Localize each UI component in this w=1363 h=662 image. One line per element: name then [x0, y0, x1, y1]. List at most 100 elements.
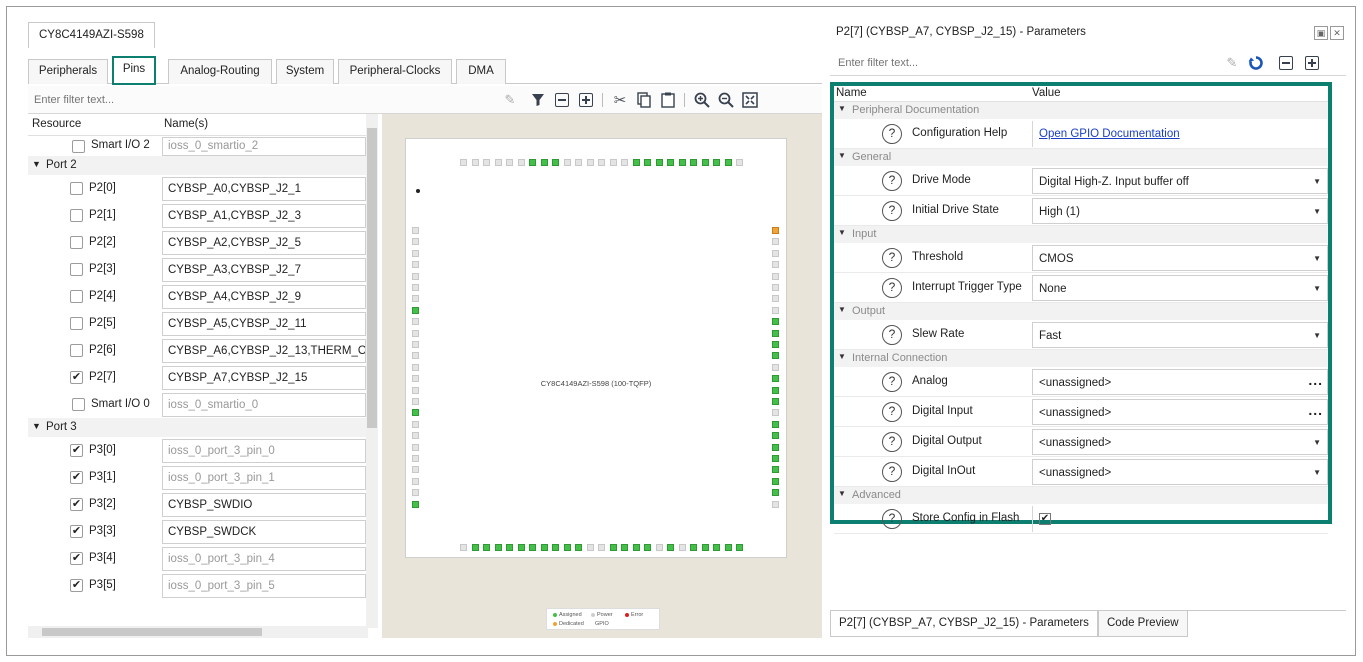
- enable-checkbox[interactable]: [72, 140, 85, 153]
- resource-name-field[interactable]: CYBSP_A6,CYBSP_J2_13,THERM_OUT: [162, 339, 366, 363]
- enable-checkbox[interactable]: [70, 317, 83, 330]
- chip-pin-bottom[interactable]: [471, 544, 479, 551]
- chip-pin-top[interactable]: [529, 159, 536, 166]
- chip-pin-top[interactable]: [655, 159, 663, 166]
- device-tab[interactable]: CY8C4149AZI-S598: [28, 22, 155, 48]
- column-resource[interactable]: Resource: [32, 118, 81, 130]
- parameter-dropdown[interactable]: <unassigned> ▼: [1032, 429, 1328, 455]
- chip-pin-left[interactable]: [412, 238, 419, 246]
- resource-row[interactable]: ✔ P2[7] CYBSP_A7,CYBSP_J2_15: [28, 364, 378, 391]
- expand-all-icon[interactable]: [1302, 53, 1322, 73]
- chip-pin-left[interactable]: [412, 489, 419, 497]
- resource-name-field[interactable]: CYBSP_SWDCK: [162, 520, 366, 544]
- enable-checkbox[interactable]: [72, 398, 85, 411]
- close-icon[interactable]: ✕: [1330, 26, 1344, 40]
- chip-pin-right[interactable]: [772, 295, 779, 303]
- resource-row[interactable]: P2[5] CYBSP_A5,CYBSP_J2_11: [28, 310, 378, 337]
- chip-pin-left[interactable]: [412, 500, 419, 508]
- resource-name-field[interactable]: CYBSP_A7,CYBSP_J2_15: [162, 366, 366, 390]
- clear-filter-icon[interactable]: ✎: [1222, 53, 1242, 73]
- enable-checkbox[interactable]: ✔: [70, 498, 83, 511]
- parameter-dropdown[interactable]: <unassigned> ▼: [1032, 459, 1328, 485]
- resource-row[interactable]: P2[0] CYBSP_A0,CYBSP_J2_1: [28, 175, 378, 202]
- chip-pin-right[interactable]: [772, 341, 779, 348]
- enable-checkbox[interactable]: ✔: [70, 444, 83, 457]
- resource-vertical-scrollbar[interactable]: [366, 114, 378, 628]
- resource-name-field[interactable]: ioss_0_smartio_0: [162, 393, 366, 417]
- enable-checkbox[interactable]: ✔: [70, 471, 83, 484]
- chip-pin-bottom[interactable]: [460, 544, 467, 551]
- chip-pin-right[interactable]: [772, 329, 779, 337]
- chip-pin-top[interactable]: [678, 159, 686, 166]
- chip-pin-left[interactable]: [412, 352, 419, 360]
- paste-icon[interactable]: [658, 90, 678, 110]
- cut-icon[interactable]: ✂: [610, 90, 630, 110]
- chip-pin-top[interactable]: [609, 159, 617, 166]
- chip-pin-bottom[interactable]: [736, 544, 743, 551]
- tab-parameters[interactable]: P2[7] (CYBSP_A7, CYBSP_J2_15) - Paramete…: [830, 611, 1098, 637]
- chip-pin-left[interactable]: [412, 272, 419, 280]
- chip-pin-top[interactable]: [667, 159, 674, 166]
- help-icon[interactable]: ?: [882, 171, 902, 191]
- resource-row[interactable]: P2[1] CYBSP_A1,CYBSP_J2_3: [28, 202, 378, 229]
- restore-icon[interactable]: ▣: [1314, 26, 1328, 40]
- help-icon[interactable]: ?: [882, 278, 902, 298]
- chip-pin-top[interactable]: [621, 159, 628, 166]
- tab-peripherals[interactable]: Peripherals: [28, 59, 108, 84]
- chip-pin-right[interactable]: [772, 363, 779, 371]
- chevron-down-icon[interactable]: ▼: [1313, 169, 1321, 195]
- chip-pin-right[interactable]: [772, 261, 779, 269]
- help-icon[interactable]: ?: [882, 201, 902, 221]
- chip-pin-bottom[interactable]: [724, 544, 732, 551]
- column-value[interactable]: Value: [1032, 87, 1061, 99]
- chip-pin-right[interactable]: [772, 489, 779, 497]
- chip-pin-bottom[interactable]: [655, 544, 663, 551]
- chip-pin-left[interactable]: [412, 375, 419, 383]
- chip-pin-left[interactable]: [412, 398, 419, 405]
- chip-pin-right[interactable]: [772, 455, 779, 462]
- chip-pin-bottom[interactable]: [540, 544, 548, 551]
- parameter-group[interactable]: ▼ Output: [834, 303, 1328, 320]
- chip-pin-right[interactable]: [772, 227, 779, 234]
- chip-pin-bottom[interactable]: [713, 544, 720, 551]
- chip-pin-left[interactable]: [412, 420, 419, 428]
- chip-pin-top[interactable]: [483, 159, 490, 166]
- resource-row[interactable]: P2[2] CYBSP_A2,CYBSP_J2_5: [28, 229, 378, 256]
- chip-pin-top[interactable]: [517, 159, 525, 166]
- chip-pin-top[interactable]: [575, 159, 582, 166]
- chip-pin-bottom[interactable]: [529, 544, 536, 551]
- chip-pin-right[interactable]: [772, 398, 779, 405]
- chip-pin-right[interactable]: [772, 443, 779, 451]
- chip-pin-top[interactable]: [644, 159, 651, 166]
- chip-pin-right[interactable]: [772, 306, 779, 314]
- parameter-group[interactable]: ▼ General: [834, 149, 1328, 166]
- copy-icon[interactable]: [634, 90, 654, 110]
- resource-name-field[interactable]: CYBSP_A2,CYBSP_J2_5: [162, 231, 366, 255]
- collapse-all-icon[interactable]: [1276, 53, 1296, 73]
- clear-filter-icon[interactable]: ✎: [500, 90, 520, 110]
- resource-name-field[interactable]: CYBSP_A3,CYBSP_J2_7: [162, 258, 366, 282]
- parameter-dropdown[interactable]: Fast ▼: [1032, 322, 1328, 348]
- chip-pin-left[interactable]: [412, 318, 419, 326]
- expand-arrow-icon[interactable]: ▼: [838, 352, 846, 361]
- resource-name-field[interactable]: CYBSP_SWDIO: [162, 493, 366, 517]
- refresh-icon[interactable]: [1246, 53, 1266, 73]
- resource-row[interactable]: Smart I/O 0 ioss_0_smartio_0: [28, 391, 378, 418]
- chip-pin-left[interactable]: [412, 306, 419, 314]
- help-icon[interactable]: ?: [882, 124, 902, 144]
- parameter-group[interactable]: ▼ Advanced: [834, 487, 1328, 504]
- chip-pin-right[interactable]: [772, 466, 779, 474]
- expand-arrow-icon[interactable]: ▼: [32, 421, 41, 431]
- chip-pin-top[interactable]: [471, 159, 479, 166]
- chip-pin-left[interactable]: [412, 466, 419, 474]
- parameter-group[interactable]: ▼ Internal Connection: [834, 350, 1328, 367]
- chip-pin-bottom[interactable]: [644, 544, 651, 551]
- chip-pin-left[interactable]: [412, 477, 419, 485]
- tab-pins[interactable]: Pins: [112, 56, 156, 85]
- enable-checkbox[interactable]: [70, 236, 83, 249]
- chip-pin-left[interactable]: [412, 295, 419, 303]
- chip-pin-top[interactable]: [736, 159, 743, 166]
- chip-pin-right[interactable]: [772, 284, 779, 291]
- chip-pin-left[interactable]: [412, 455, 419, 462]
- chip-pin-left[interactable]: [412, 363, 419, 371]
